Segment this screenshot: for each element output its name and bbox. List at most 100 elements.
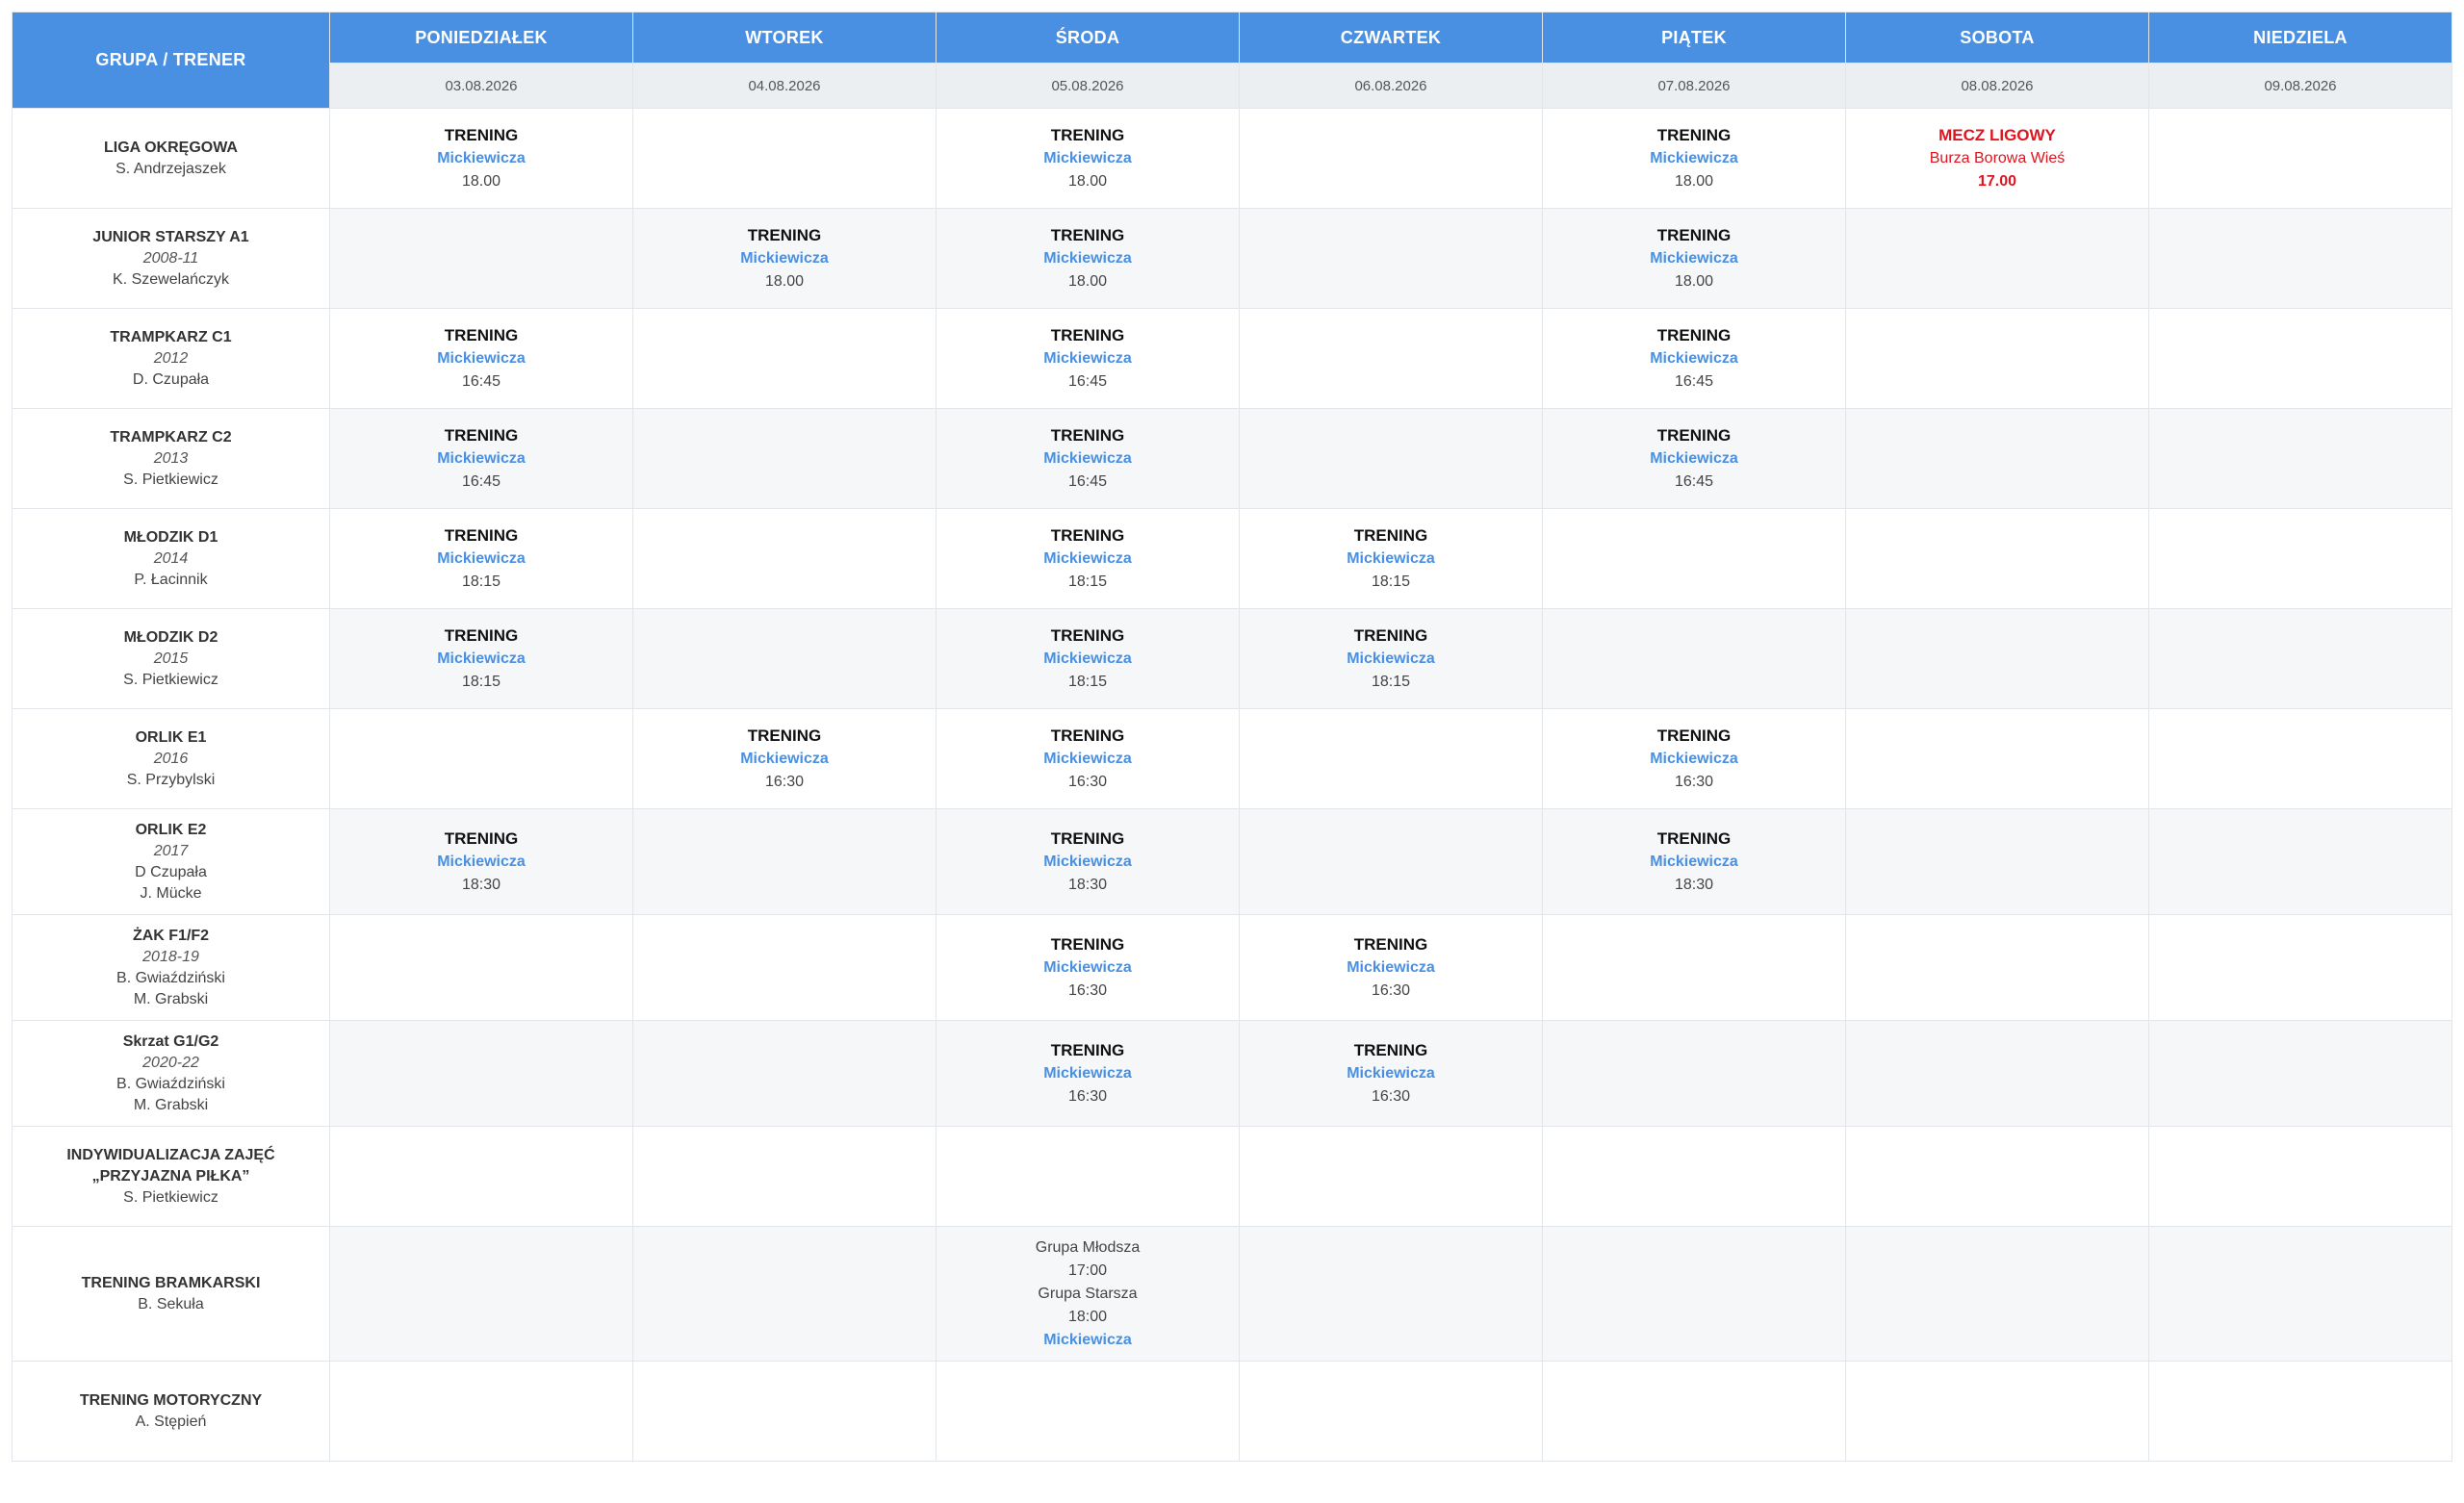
empty-cell [632, 1126, 937, 1227]
event-type: TRENING [1656, 325, 1732, 344]
group-title: LIGA OKRĘGOWA [104, 139, 238, 156]
event-cell: TRENING Mickiewicza 18:15 [936, 508, 1240, 609]
event-time: 18.00 [461, 172, 501, 190]
event-type: TRENING [1050, 425, 1125, 445]
event-venue: Mickiewicza [1347, 549, 1435, 567]
empty-cell [329, 208, 633, 309]
empty-cell [936, 1361, 1240, 1462]
coach-name: D. Czupała [132, 370, 210, 388]
group-cell: MŁODZIK D1 2014 P. Łacinnik [12, 508, 330, 609]
event-time: 18:15 [461, 673, 501, 690]
group-title: TRENING MOTORYCZNY [79, 1391, 263, 1409]
empty-cell [1845, 208, 2149, 309]
group-cell: Skrzat G1/G2 2020-22 B. Gwiaździński M. Gra… [12, 1020, 330, 1127]
event-cell: TRENING Mickiewicza 16:30 [1239, 1020, 1543, 1127]
group-title: TRENING BRAMKARSKI [81, 1274, 261, 1291]
event-venue: Mickiewicza [437, 549, 526, 567]
group-title: MŁODZIK D1 [123, 528, 218, 546]
event-type: TRENING [1050, 325, 1125, 344]
event-venue: Mickiewicza [437, 650, 526, 667]
event-cell: TRENING Mickiewicza 18:30 [1542, 808, 1846, 915]
group-coach-header: GRUPA / TRENER [12, 12, 330, 109]
coach-name: S. Pietkiewicz [123, 471, 218, 488]
event-cell: TRENING Mickiewicza 16:30 [936, 1020, 1240, 1127]
group-years: 2015 [153, 650, 189, 667]
event-cell: TRENING Mickiewicza 18:15 [1239, 608, 1543, 709]
empty-cell [1239, 208, 1543, 309]
group-title: Skrzat G1/G2 [122, 1032, 219, 1050]
event-cell: TRENING Mickiewicza 16:30 [632, 708, 937, 809]
event-time: 16:30 [1067, 773, 1108, 790]
event-cell: TRENING Mickiewicza 18.00 [1542, 108, 1846, 209]
day-date: 03.08.2026 [329, 63, 633, 109]
event-venue: Mickiewicza [1043, 958, 1132, 976]
empty-cell [1542, 914, 1846, 1021]
event-type: TRENING [1656, 726, 1732, 745]
event-detail: 17:00 [1067, 1261, 1108, 1279]
event-venue: Mickiewicza [437, 449, 526, 467]
group-title: JUNIOR STARSZY A1 [92, 228, 249, 245]
empty-cell [2148, 1226, 2452, 1362]
event-cell: TRENING Mickiewicza 18.00 [329, 108, 633, 209]
event-venue: Mickiewicza [1043, 349, 1132, 367]
empty-cell [1542, 1361, 1846, 1462]
group-title: TRAMPKARZ C2 [110, 428, 232, 446]
group-cell: LIGA OKRĘGOWA S. Andrzejaszek [12, 108, 330, 209]
event-type: TRENING [1050, 1040, 1125, 1059]
event-type: TRENING [1050, 934, 1125, 954]
event-time: 16:45 [461, 472, 501, 490]
event-cell: TRENING Mickiewicza 16:45 [329, 308, 633, 409]
event-cell: TRENING Mickiewicza 16:30 [936, 914, 1240, 1021]
event-type: TRENING [1656, 225, 1732, 244]
event-venue: Mickiewicza [437, 853, 526, 870]
event-venue: Mickiewicza [1650, 853, 1738, 870]
event-cell: TRENING Mickiewicza 16:45 [1542, 308, 1846, 409]
event-time: 18:15 [1371, 673, 1411, 690]
empty-cell [2148, 914, 2452, 1021]
event-time: 18:15 [461, 573, 501, 590]
coach-name: B. Gwiaździński [116, 969, 225, 986]
event-cell: TRENING Mickiewicza 18:15 [329, 508, 633, 609]
event-venue: Mickiewicza [1650, 249, 1738, 267]
empty-cell [2148, 1020, 2452, 1127]
event-time: 18:30 [1674, 876, 1714, 893]
event-cell: TRENING Mickiewicza 18.00 [936, 108, 1240, 209]
empty-cell [1239, 408, 1543, 509]
coach-name: S. Przybylski [126, 771, 216, 788]
schedule-row: MŁODZIK D1 2014 P. Łacinnik TRENING Mickiewi… [12, 508, 2452, 609]
event-cell: Grupa Młodsza 17:00 Grupa Starsza 18:00 Mick… [936, 1226, 1240, 1362]
coach-name: K. Szewelańczyk [113, 270, 229, 288]
event-type: TRENING [1050, 125, 1125, 144]
group-title: ORLIK E2 [135, 821, 207, 838]
group-cell: MŁODZIK D2 2015 S. Pietkiewicz [12, 608, 330, 709]
empty-cell [329, 1020, 633, 1127]
empty-cell [329, 1361, 633, 1462]
coach-name: A. Stępień [135, 1413, 207, 1430]
empty-cell [1239, 108, 1543, 209]
event-type: TRENING [1656, 828, 1732, 848]
event-type: TRENING [1050, 625, 1125, 645]
empty-cell [632, 308, 937, 409]
empty-cell [2148, 808, 2452, 915]
group-cell: TRENING BRAMKARSKI B. Sekuła [12, 1226, 330, 1362]
coach-name: P. Łacinnik [134, 571, 208, 588]
coach-name: M. Grabski [133, 1096, 209, 1113]
event-type: TRENING [1353, 934, 1428, 954]
event-venue: Mickiewicza [740, 750, 829, 767]
event-detail: 18:00 [1067, 1308, 1108, 1325]
empty-cell [1542, 508, 1846, 609]
event-time: 18:15 [1371, 573, 1411, 590]
empty-cell [1845, 408, 2149, 509]
event-cell: MECZ LIGOWY Burza Borowa Wieś 17.00 [1845, 108, 2149, 209]
event-cell: TRENING Mickiewicza 18.00 [1542, 208, 1846, 309]
event-type: TRENING [1353, 525, 1428, 545]
empty-cell [1845, 808, 2149, 915]
empty-cell [632, 608, 937, 709]
empty-cell [1845, 1361, 2149, 1462]
empty-cell [2148, 1126, 2452, 1227]
event-cell: TRENING Mickiewicza 18:15 [936, 608, 1240, 709]
empty-cell [1845, 608, 2149, 709]
event-time: 18:15 [1067, 673, 1108, 690]
day-date: 06.08.2026 [1239, 63, 1543, 109]
group-years: 2016 [153, 750, 189, 767]
